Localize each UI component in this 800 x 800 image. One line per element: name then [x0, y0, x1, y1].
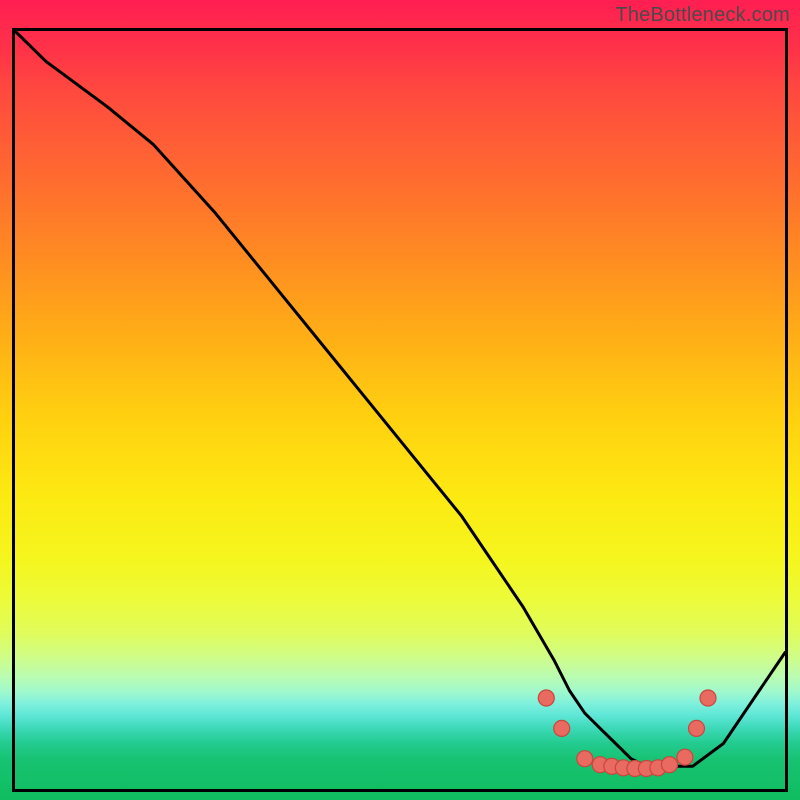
watermark-text: TheBottleneck.com	[615, 4, 790, 27]
bottleneck-chart: TheBottleneck.com	[0, 0, 800, 800]
gradient-background	[0, 0, 800, 800]
